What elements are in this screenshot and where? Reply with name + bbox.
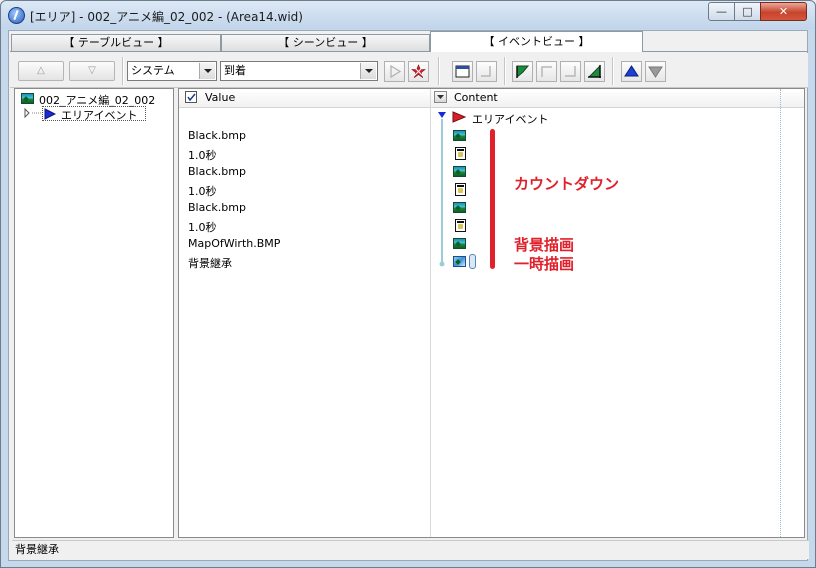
- title-bar[interactable]: [エリア] - 002_アニメ編_02_002 - (Area14.wid) —…: [1, 1, 815, 29]
- branch-corner-button[interactable]: [536, 61, 557, 82]
- branch-add-icon: [587, 64, 601, 78]
- tree-item-area-event[interactable]: エリアイベント: [42, 106, 146, 122]
- play-button[interactable]: [384, 61, 405, 82]
- value-checkbox[interactable]: [185, 91, 197, 103]
- column-header-content[interactable]: Content: [454, 91, 498, 104]
- maximize-button[interactable]: □: [734, 2, 761, 21]
- window-title: [エリア] - 002_アニメ編_02_002 - (Area14.wid): [30, 10, 303, 24]
- image-icon[interactable]: [453, 130, 466, 141]
- frame-button[interactable]: [452, 61, 473, 82]
- selection-marker: [469, 254, 476, 269]
- column-divider: [430, 89, 431, 537]
- triangle-down-icon: [648, 66, 663, 78]
- toolbar-separator: [612, 57, 614, 85]
- branch-end-icon: [565, 66, 576, 77]
- stop-button[interactable]: [408, 61, 429, 82]
- image-icon[interactable]: [453, 202, 466, 213]
- hourglass-icon[interactable]: [455, 219, 466, 232]
- move-up-button[interactable]: △: [18, 61, 64, 81]
- tree-child-label: エリアイベント: [61, 109, 138, 122]
- play-blue-icon: [44, 108, 56, 120]
- checkmark-icon: [187, 93, 196, 102]
- row-value: Black.bmp: [188, 165, 246, 178]
- hourglass-icon[interactable]: [455, 147, 466, 160]
- category-select[interactable]: システム: [127, 61, 217, 81]
- row-value: 1.0秒: [188, 185, 217, 198]
- row-value: MapOfWirth.BMP: [188, 237, 281, 250]
- toolbar-separator: [504, 57, 506, 85]
- collapse-triangle-icon: [438, 112, 446, 118]
- annotation-background-draw: 背景描画: [514, 236, 575, 254]
- tab-table-view[interactable]: 【 テーブルビュー 】: [11, 34, 221, 51]
- category-select-value: システム: [131, 64, 175, 77]
- move-event-down-button[interactable]: [645, 61, 666, 82]
- close-button[interactable]: ✕: [760, 2, 807, 21]
- event-select[interactable]: 到着: [220, 61, 378, 81]
- move-down-button[interactable]: ▽: [69, 61, 115, 81]
- triangle-up-icon: [624, 65, 639, 77]
- tab-divider: [10, 51, 808, 52]
- branch-corner-icon: [541, 66, 552, 77]
- window-frame-icon: [455, 65, 470, 78]
- application-window: [エリア] - 002_アニメ編_02_002 - (Area14.wid) —…: [0, 0, 816, 568]
- image-icon: [21, 93, 34, 104]
- toolbar-separator: [438, 57, 440, 85]
- root-event-label[interactable]: エリアイベント: [472, 111, 548, 127]
- toolbar: △ ▽ システム 到着: [10, 53, 808, 88]
- annotation-temp-draw: 一時描画: [514, 255, 575, 273]
- app-icon: [8, 7, 25, 24]
- row-value: Black.bmp: [188, 129, 246, 142]
- branch-end-button[interactable]: [560, 61, 581, 82]
- chevron-down-icon[interactable]: [199, 63, 215, 79]
- column-divider-end: [780, 89, 782, 537]
- frame-end-icon: [481, 66, 491, 77]
- branch-start-button[interactable]: [512, 61, 533, 82]
- image-icon[interactable]: [453, 238, 466, 249]
- row-value: 背景継承: [188, 257, 232, 270]
- frame-end-button[interactable]: [476, 61, 497, 82]
- background-draw-bracket: [490, 234, 495, 249]
- inherit-image-icon[interactable]: [453, 256, 466, 267]
- play-icon: [390, 64, 402, 79]
- temp-draw-bracket: [490, 253, 495, 269]
- row-value: Black.bmp: [188, 201, 246, 214]
- status-bar: 背景継承: [12, 540, 809, 559]
- branch-start-icon: [516, 65, 530, 79]
- content-filter-button[interactable]: [434, 91, 447, 103]
- column-header-value[interactable]: Value: [205, 91, 235, 104]
- event-list-pane[interactable]: Value Content Black.bmp 1.0秒 Black.bmp 1…: [178, 88, 805, 538]
- toolbar-separator: [122, 57, 124, 85]
- move-event-up-button[interactable]: [621, 61, 642, 82]
- tab-event-view[interactable]: 【 イベントビュー 】: [430, 31, 643, 52]
- row-value: 1.0秒: [188, 221, 217, 234]
- event-select-value: 到着: [224, 64, 246, 77]
- stop-icon: [411, 64, 426, 79]
- image-icon[interactable]: [453, 166, 466, 177]
- hourglass-icon[interactable]: [455, 183, 466, 196]
- branch-add-button[interactable]: [584, 61, 605, 82]
- chevron-down-icon[interactable]: [360, 63, 376, 79]
- annotation-countdown: カウントダウン: [514, 175, 620, 193]
- client-area: 【 テーブルビュー 】 【 シーンビュー 】 【 イベントビュー 】 △ ▽ シ…: [8, 30, 809, 561]
- tree-pane[interactable]: 002_アニメ編_02_002 エリアイベント: [14, 88, 174, 538]
- minimize-button[interactable]: —: [708, 2, 735, 21]
- chevron-down-icon: [437, 95, 444, 99]
- list-header: Value Content: [179, 89, 804, 108]
- row-value: 1.0秒: [188, 149, 217, 162]
- view-tabs: 【 テーブルビュー 】 【 シーンビュー 】 【 イベントビュー 】: [10, 31, 808, 52]
- tab-scene-view[interactable]: 【 シーンビュー 】: [221, 34, 430, 51]
- play-red-icon: [452, 111, 466, 123]
